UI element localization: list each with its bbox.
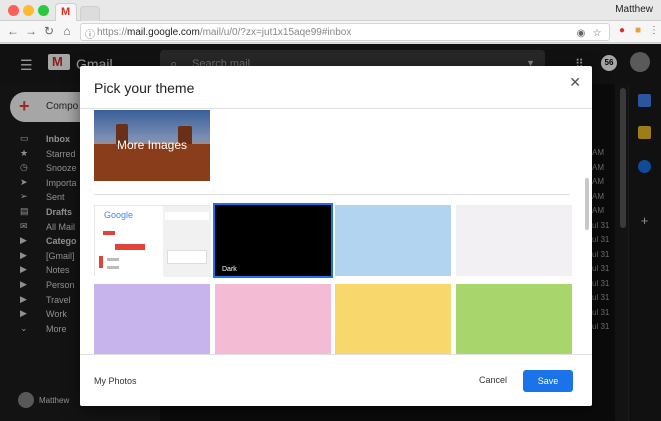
preview-mark [107, 266, 119, 269]
theme-light-gray[interactable] [456, 205, 572, 276]
preview-mark [103, 231, 115, 235]
save-button[interactable]: Save [523, 370, 573, 392]
dialog-divider-bottom [80, 354, 592, 355]
preview-card [167, 250, 207, 264]
my-photos-link[interactable]: My Photos [94, 376, 137, 386]
bookmark-star-icon[interactable]: ☆ [591, 28, 603, 40]
home-icon[interactable]: ⌂ [60, 24, 74, 38]
browser-menu-icon[interactable]: ⋮ [648, 25, 660, 37]
preview-bar [165, 212, 209, 220]
site-info-icon[interactable]: ⓘ [85, 26, 95, 41]
more-images-label: More Images [116, 138, 188, 152]
dialog-divider-top [80, 108, 592, 109]
dialog-scrollbar[interactable] [585, 178, 589, 230]
cancel-button[interactable]: Cancel [472, 371, 514, 389]
dialog-title: Pick your theme [94, 80, 195, 96]
preview-mark [107, 258, 119, 261]
theme-yellow[interactable] [335, 284, 451, 355]
theme-pink[interactable] [215, 284, 331, 355]
minimize-window-button[interactable] [23, 5, 34, 16]
close-window-button[interactable] [8, 5, 19, 16]
theme-light-blue[interactable] [335, 205, 451, 276]
back-arrow-icon[interactable]: ← [6, 24, 20, 38]
theme-lavender[interactable] [94, 284, 210, 355]
more-images-tile[interactable]: More Images [94, 110, 210, 181]
gmail-favicon-icon: M [61, 6, 71, 18]
browser-tab-gmail[interactable]: M [55, 3, 77, 21]
maximize-window-button[interactable] [38, 5, 49, 16]
theme-default[interactable]: Google [94, 205, 211, 277]
address-bar-row: ← → ↻ ⌂ ⓘ https://mail.google.com/mail/u… [0, 21, 661, 43]
browser-titlebar: M Matthew [0, 0, 661, 21]
browser-user-name[interactable]: Matthew [615, 4, 653, 15]
preview-mark [115, 244, 145, 250]
eye-icon[interactable]: ◉ [575, 28, 587, 40]
dark-theme-label: Dark [222, 266, 237, 273]
theme-dialog: Pick your theme ✕ More Images Google Dar… [80, 66, 592, 406]
new-tab-button[interactable] [80, 6, 100, 21]
forward-arrow-icon[interactable]: → [24, 24, 38, 38]
google-logo-text: Google [104, 210, 134, 220]
close-icon[interactable]: ✕ [569, 74, 581, 91]
url-text: https://mail.google.com/mail/u/0/?zx=jut… [97, 27, 352, 38]
theme-green[interactable] [456, 284, 572, 355]
reload-icon[interactable]: ↻ [42, 24, 56, 38]
theme-dark[interactable]: Dark [213, 203, 333, 278]
preview-mark [99, 256, 103, 268]
url-input[interactable]: ⓘ https://mail.google.com/mail/u/0/?zx=j… [80, 23, 610, 41]
dialog-section-divider [94, 194, 570, 195]
extension-icon[interactable]: ● [616, 25, 628, 37]
extension-2-icon[interactable]: ■ [632, 25, 644, 37]
